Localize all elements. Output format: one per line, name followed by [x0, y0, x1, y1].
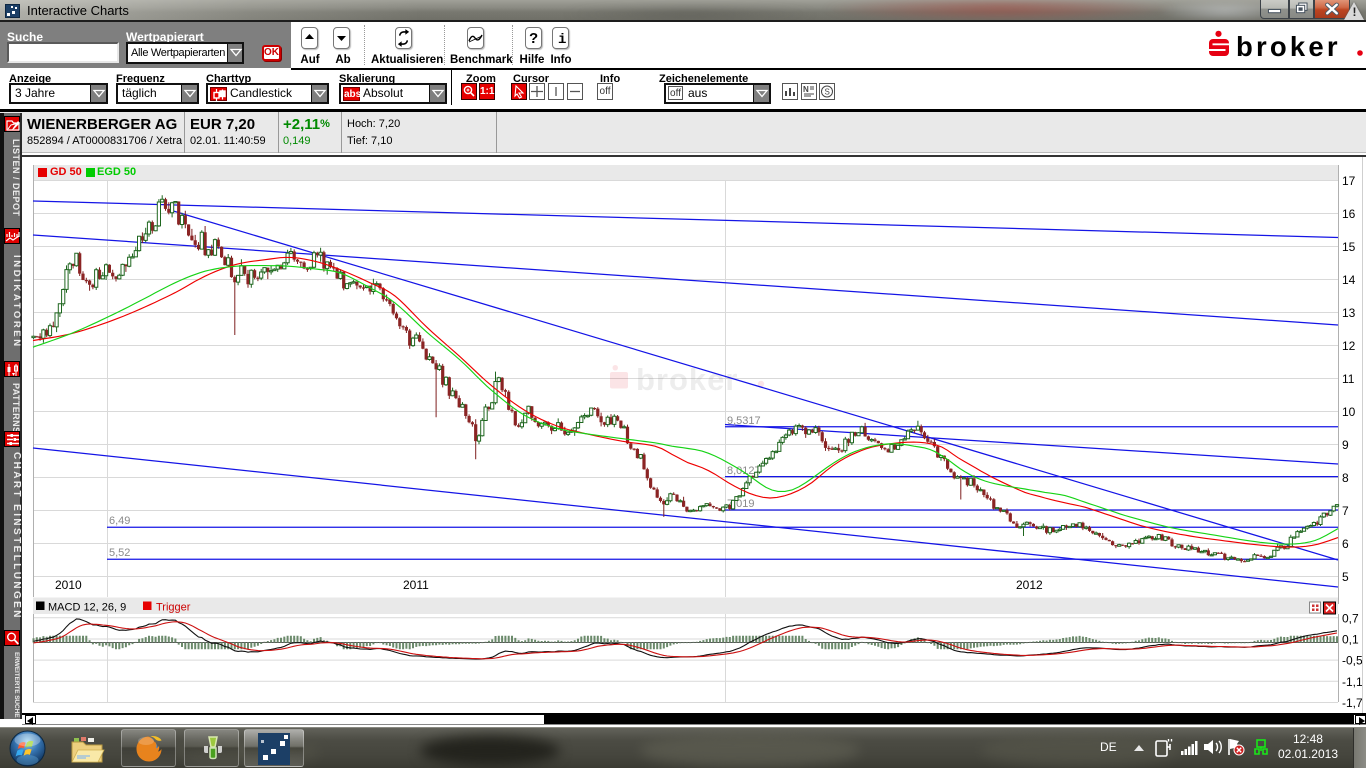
svg-text:-1,7: -1,7 [1342, 696, 1363, 710]
svg-text:0,1: 0,1 [1342, 633, 1359, 647]
svg-text:11: 11 [1342, 372, 1355, 386]
svg-text:14: 14 [1342, 273, 1356, 287]
svg-text:6: 6 [1342, 537, 1349, 551]
svg-text:7: 7 [1342, 504, 1349, 518]
svg-text:15: 15 [1342, 240, 1356, 254]
svg-text:8: 8 [1342, 471, 1349, 485]
svg-text:13: 13 [1342, 306, 1356, 320]
svg-text:broker: broker [636, 362, 738, 397]
svg-text:5: 5 [1342, 570, 1349, 584]
svg-text:10: 10 [1342, 405, 1356, 419]
svg-text:-1,1: -1,1 [1342, 675, 1363, 689]
svg-text:5,52: 5,52 [109, 547, 130, 559]
svg-text:S: S [825, 88, 830, 97]
svg-text:N: N [803, 85, 809, 94]
svg-text:Trigger: Trigger [156, 602, 191, 614]
svg-text:9,5317: 9,5317 [727, 415, 761, 427]
svg-text:i: i [558, 32, 566, 48]
svg-text:17: 17 [1342, 174, 1356, 188]
svg-text:9: 9 [1342, 438, 1349, 452]
svg-text:?: ? [529, 30, 538, 47]
svg-text:12: 12 [1342, 339, 1356, 353]
svg-text:MACD 12, 26, 9: MACD 12, 26, 9 [48, 602, 126, 614]
svg-text:broker: broker [1236, 31, 1341, 62]
svg-text:2011: 2011 [403, 578, 429, 592]
svg-text:2010: 2010 [55, 578, 82, 592]
svg-text:-0,5: -0,5 [1342, 654, 1363, 668]
svg-text:0,7: 0,7 [1342, 611, 1359, 625]
svg-text:16: 16 [1342, 207, 1356, 221]
svg-text:6,49: 6,49 [109, 515, 130, 527]
svg-text:2012: 2012 [1016, 578, 1043, 592]
